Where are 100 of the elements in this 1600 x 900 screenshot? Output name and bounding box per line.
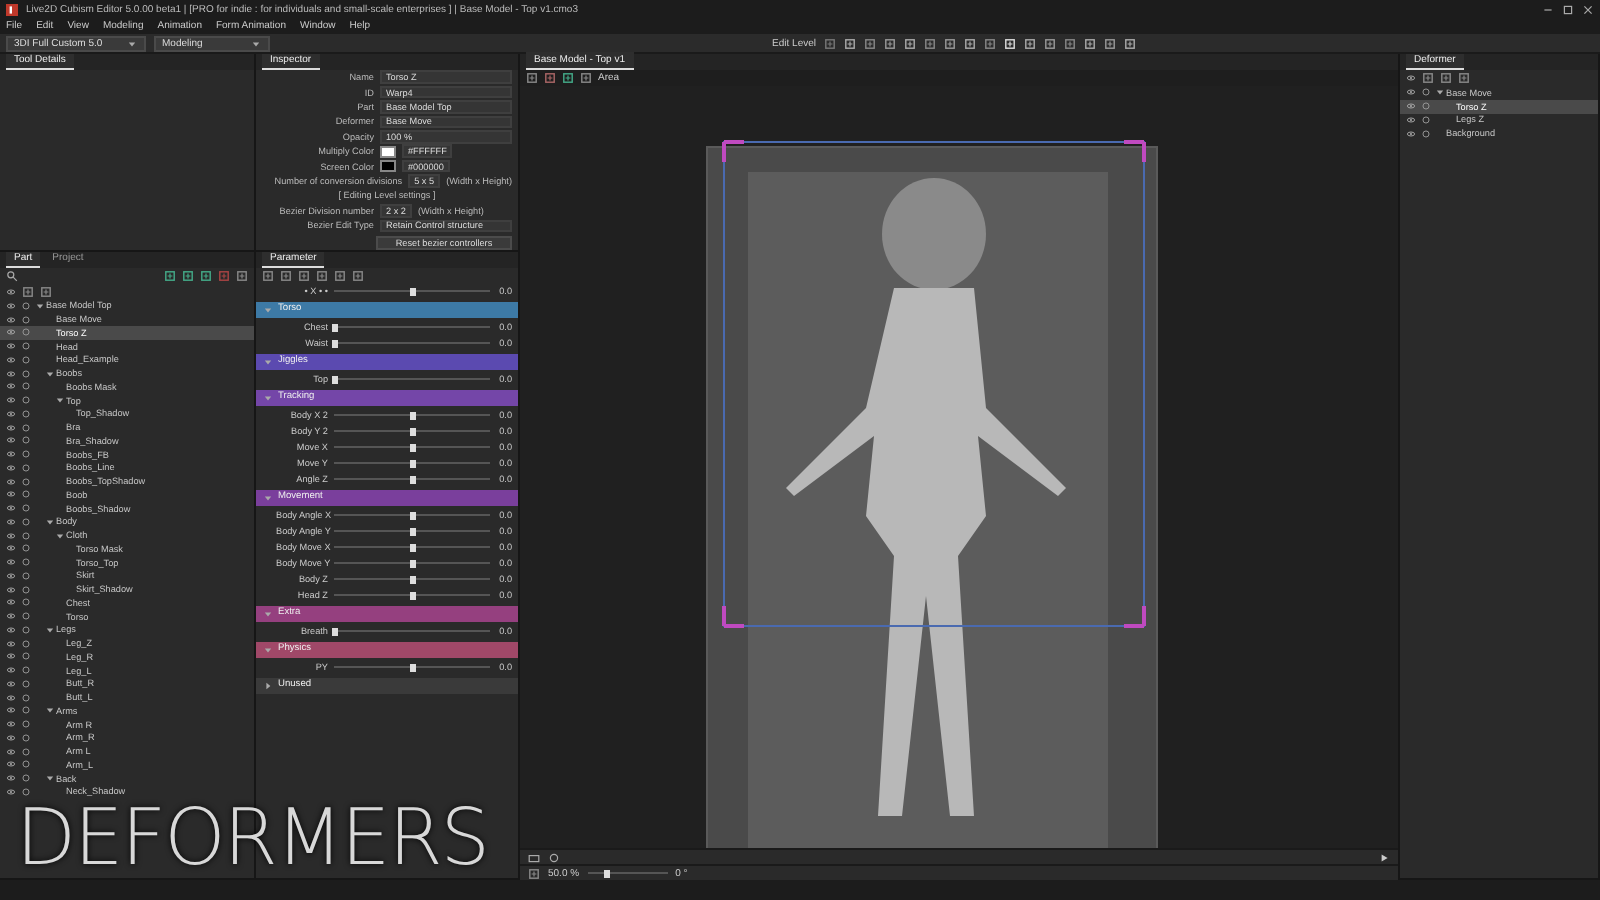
circle-icon[interactable] <box>22 625 30 634</box>
slider-thumb[interactable] <box>331 375 337 384</box>
eye-icon[interactable] <box>6 436 16 445</box>
tool-icon[interactable] <box>884 37 896 49</box>
tool-icon[interactable] <box>200 269 212 282</box>
tool-icon[interactable] <box>164 269 176 282</box>
slider-thumb[interactable] <box>409 287 415 296</box>
eye-icon[interactable] <box>1406 115 1416 124</box>
tool-icon[interactable] <box>1124 37 1136 49</box>
tool-icon[interactable] <box>562 72 574 84</box>
tool-icon[interactable] <box>964 37 976 49</box>
eye-icon[interactable] <box>6 598 16 607</box>
eye-icon[interactable] <box>6 747 16 756</box>
tool-icon[interactable] <box>844 37 856 49</box>
tool-icon[interactable] <box>22 285 34 298</box>
eye-icon[interactable] <box>6 612 16 621</box>
slider-thumb[interactable] <box>409 443 415 452</box>
circle-icon[interactable] <box>22 571 30 580</box>
eye-icon[interactable] <box>6 301 16 310</box>
eye-icon[interactable] <box>1406 102 1416 111</box>
slider-thumb[interactable] <box>409 663 415 672</box>
eye-icon[interactable] <box>6 531 16 540</box>
eye-icon[interactable] <box>6 760 16 769</box>
circle-icon[interactable] <box>22 355 30 364</box>
circle-icon[interactable] <box>22 652 30 661</box>
circle-icon[interactable] <box>22 315 30 324</box>
circle-icon[interactable] <box>1422 129 1430 138</box>
tool-icon[interactable] <box>944 37 956 49</box>
eye-icon[interactable] <box>6 639 16 648</box>
caret-icon[interactable] <box>128 39 136 47</box>
slider-thumb[interactable] <box>409 459 415 468</box>
circle-icon[interactable] <box>22 450 30 459</box>
eye-icon[interactable] <box>6 720 16 729</box>
eye-icon[interactable] <box>6 504 16 513</box>
eye-icon[interactable] <box>6 706 16 715</box>
close-icon[interactable] <box>1582 3 1594 15</box>
circle-icon[interactable] <box>22 760 30 769</box>
eye-icon[interactable] <box>6 733 16 742</box>
circle-icon[interactable] <box>22 666 30 675</box>
tool-icon[interactable] <box>236 269 248 282</box>
maximize-icon[interactable] <box>1562 3 1574 15</box>
circle-icon[interactable] <box>22 544 30 553</box>
circle-icon[interactable] <box>22 301 30 310</box>
circle-icon[interactable] <box>22 477 30 486</box>
eye-icon[interactable] <box>6 463 16 472</box>
deformer-frame[interactable] <box>722 140 1146 628</box>
circle-icon[interactable] <box>22 733 30 742</box>
circle-icon[interactable] <box>22 382 30 391</box>
slider-thumb[interactable] <box>331 339 337 348</box>
eye-icon[interactable] <box>6 423 16 432</box>
tool-icon[interactable] <box>298 269 310 282</box>
circle-icon[interactable] <box>22 396 30 405</box>
eye-icon[interactable] <box>6 450 16 459</box>
eye-icon[interactable] <box>6 477 16 486</box>
eye-icon[interactable] <box>6 666 16 675</box>
eye-icon[interactable] <box>6 490 16 499</box>
slider-thumb[interactable] <box>604 869 611 877</box>
circle-icon[interactable] <box>22 463 30 472</box>
eye-icon[interactable] <box>1406 74 1416 82</box>
eye-icon[interactable] <box>6 679 16 688</box>
slider-thumb[interactable] <box>409 427 415 436</box>
tool-icon[interactable] <box>182 269 194 282</box>
slider-thumb[interactable] <box>331 627 337 636</box>
tool-icon[interactable] <box>904 37 916 49</box>
color-swatch[interactable] <box>380 160 396 173</box>
eye-icon[interactable] <box>6 774 16 783</box>
tool-icon[interactable] <box>1104 37 1116 49</box>
circle-icon[interactable] <box>22 612 30 621</box>
eye-icon[interactable] <box>6 625 16 634</box>
circle-icon[interactable] <box>22 774 30 783</box>
slider-thumb[interactable] <box>409 575 415 584</box>
circle-icon[interactable] <box>22 720 30 729</box>
tool-icon[interactable] <box>316 269 328 282</box>
eye-icon[interactable] <box>6 287 16 296</box>
tool-icon[interactable] <box>580 72 592 84</box>
circle-icon[interactable] <box>22 787 30 796</box>
circle-icon[interactable] <box>22 517 30 526</box>
circle-icon[interactable] <box>22 558 30 567</box>
eye-icon[interactable] <box>6 585 16 594</box>
eye-icon[interactable] <box>1406 88 1416 97</box>
tool-icon[interactable] <box>1422 72 1434 84</box>
tool-icon[interactable] <box>352 269 364 282</box>
circle-icon[interactable] <box>22 679 30 688</box>
search-icon[interactable] <box>6 269 18 282</box>
circle-icon[interactable] <box>1422 115 1430 124</box>
circle-icon[interactable] <box>22 747 30 756</box>
circle-icon[interactable] <box>22 342 30 351</box>
slider-thumb[interactable] <box>409 475 415 484</box>
tool-icon[interactable] <box>1024 37 1036 49</box>
color-swatch[interactable] <box>380 145 396 158</box>
tool-icon[interactable] <box>1044 37 1056 49</box>
tool-icon[interactable] <box>1084 37 1096 49</box>
circle-icon[interactable] <box>22 639 30 648</box>
eye-icon[interactable] <box>6 396 16 405</box>
circle-icon[interactable] <box>22 531 30 540</box>
eye-icon[interactable] <box>6 544 16 553</box>
slider-thumb[interactable] <box>409 543 415 552</box>
circle-icon[interactable] <box>22 706 30 715</box>
slider-thumb[interactable] <box>409 527 415 536</box>
eye-icon[interactable] <box>6 382 16 391</box>
